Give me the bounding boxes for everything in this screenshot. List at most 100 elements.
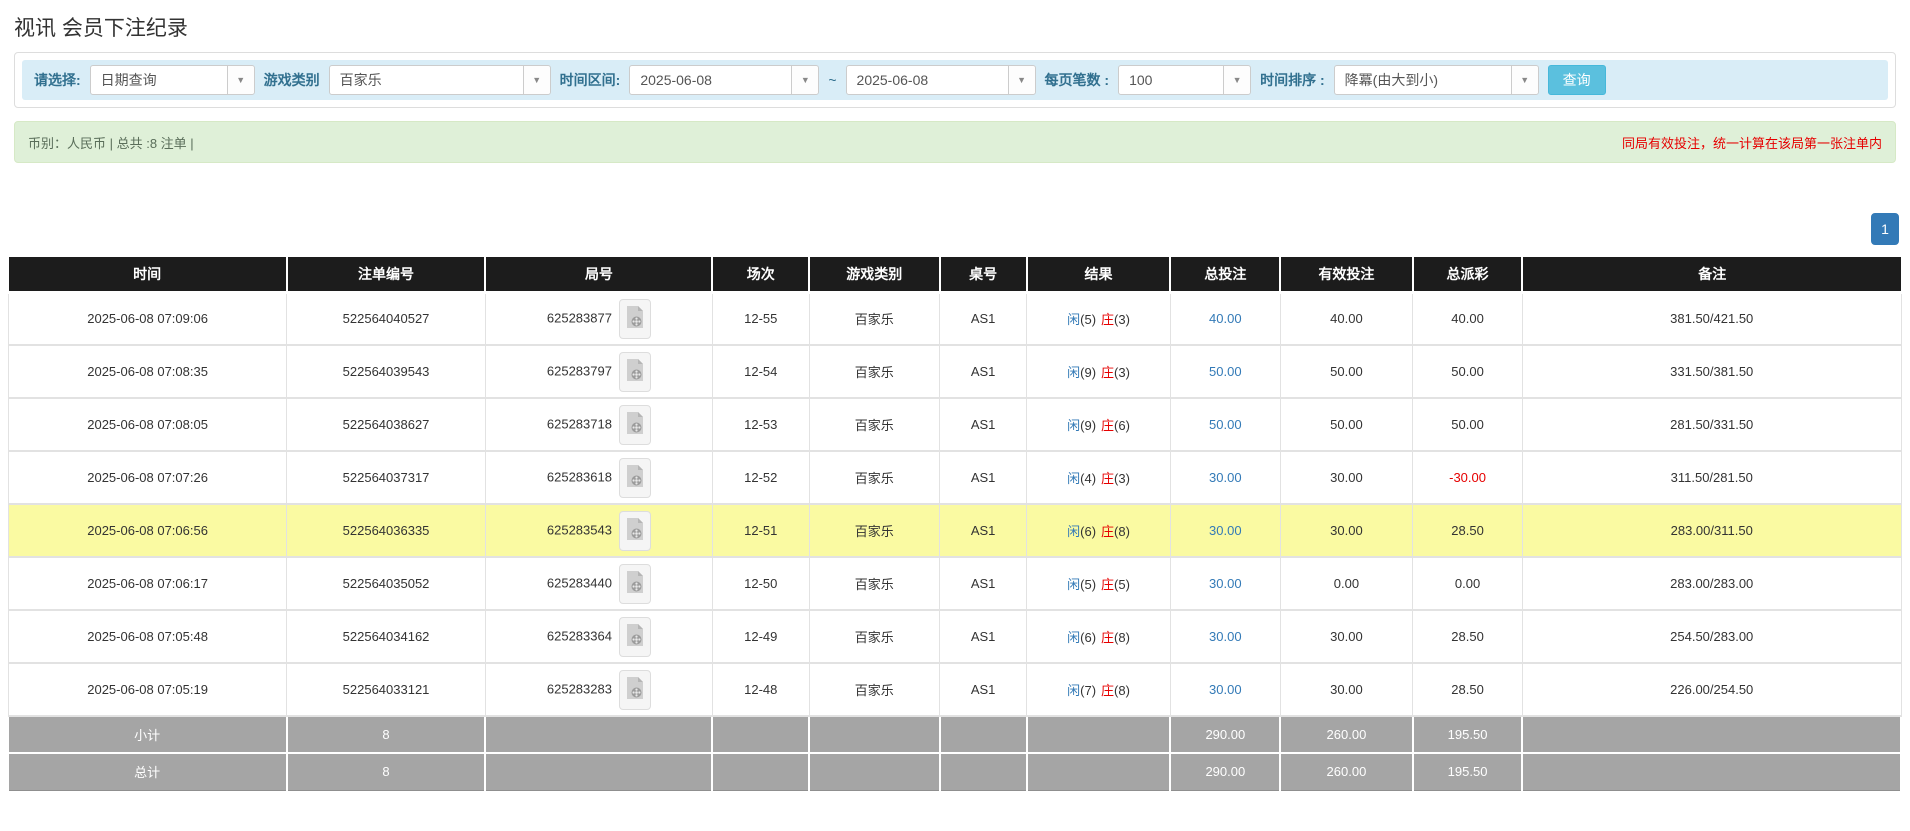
chevron-down-icon: ▼ [1223,66,1250,94]
result-banker-label: 庄 [1101,577,1114,592]
total-bet-link[interactable]: 40.00 [1209,311,1242,326]
header-table-no: 桌号 [940,257,1027,292]
cell-order-no: 522564037317 [287,451,486,504]
cell-valid-bet: 50.00 [1280,398,1412,451]
cell-order-no: 522564040527 [287,292,486,345]
video-replay-button[interactable] [619,511,651,551]
film-icon [625,676,644,703]
table-row: 2025-06-08 07:05:48 522564034162 6252833… [9,610,1902,663]
cell-round-no: 625283283 [485,663,712,716]
cell-total-bet: 40.00 [1170,292,1280,345]
cell-game-type: 百家乐 [809,451,940,504]
video-replay-button[interactable] [619,617,651,657]
cell-result: 闲(7)庄(8) [1027,663,1171,716]
cell-valid-bet: 30.00 [1280,610,1412,663]
film-icon [625,570,644,597]
result-banker-score: (6) [1114,418,1130,433]
cell-payout: 28.50 [1413,663,1523,716]
cell-time: 2025-06-08 07:09:06 [9,292,287,345]
table-row: 2025-06-08 07:05:19 522564033121 6252832… [9,663,1902,716]
date-from-select[interactable]: 2025-06-08 ▼ [629,65,819,95]
time-range-label: 时间区间: [560,70,621,90]
cell-time: 2025-06-08 07:06:56 [9,504,287,557]
result-player-score: (5) [1080,577,1096,592]
total-bet-link[interactable]: 50.00 [1209,364,1242,379]
result-banker-label: 庄 [1101,524,1114,539]
cell-result: 闲(5)庄(3) [1027,292,1171,345]
summary-currency-count: 币别：人民币 | 总共 :8 注单 | [28,133,194,152]
footer-empty-cell [485,753,712,790]
result-player-label: 闲 [1067,312,1080,327]
footer-empty-cell [940,753,1027,790]
cell-time: 2025-06-08 07:06:17 [9,557,287,610]
total-bet-link[interactable]: 30.00 [1209,629,1242,644]
cell-valid-bet: 30.00 [1280,451,1412,504]
header-valid-bet: 有效投注 [1280,257,1412,292]
total-bet-link[interactable]: 30.00 [1209,576,1242,591]
footer-empty-cell [1027,753,1171,790]
footer-empty-cell [485,716,712,753]
cell-order-no: 522564034162 [287,610,486,663]
table-body: 2025-06-08 07:09:06 522564040527 6252838… [9,292,1902,716]
page-button-1[interactable]: 1 [1871,213,1899,245]
total-bet-link[interactable]: 30.00 [1209,470,1242,485]
cell-note: 283.00/311.50 [1522,504,1901,557]
cell-time: 2025-06-08 07:08:35 [9,345,287,398]
sort-order-select[interactable]: 降冪(由大到小) ▼ [1334,65,1539,95]
cell-session: 12-49 [712,610,809,663]
game-type-label: 游戏类别 [264,70,320,90]
video-replay-button[interactable] [619,405,651,445]
table-row: 2025-06-08 07:08:35 522564039543 6252837… [9,345,1902,398]
cell-time: 2025-06-08 07:05:19 [9,663,287,716]
game-type-select[interactable]: 百家乐 ▼ [329,65,551,95]
filter-panel: 请选择: 日期查询 ▼ 游戏类别 百家乐 ▼ 时间区间: 2025-06-08 … [14,52,1896,108]
round-number: 625283364 [547,628,612,643]
cell-session: 12-48 [712,663,809,716]
cell-note: 331.50/381.50 [1522,345,1901,398]
result-player-score: (4) [1080,471,1096,486]
result-player-score: (6) [1080,630,1096,645]
cell-session: 12-50 [712,557,809,610]
cell-game-type: 百家乐 [809,504,940,557]
footer-empty-cell [809,716,940,753]
result-player-label: 闲 [1067,683,1080,698]
cell-table-no: AS1 [940,345,1027,398]
total-bet-link[interactable]: 30.00 [1209,682,1242,697]
result-banker-score: (5) [1114,577,1130,592]
subtotal-label: 小计 [9,716,287,753]
query-mode-value: 日期查询 [91,70,167,90]
total-bet-link[interactable]: 50.00 [1209,417,1242,432]
video-replay-button[interactable] [619,670,651,710]
cell-order-no: 522564038627 [287,398,486,451]
video-replay-button[interactable] [619,299,651,339]
cell-result: 闲(6)庄(8) [1027,504,1171,557]
summary-notice: 同局有效投注，统一计算在该局第一张注单内 [1622,133,1882,152]
subtotal-payout: 195.50 [1413,716,1523,753]
round-number: 625283543 [547,522,612,537]
result-banker-score: (8) [1114,683,1130,698]
subtotal-total-bet: 290.00 [1170,716,1280,753]
cell-game-type: 百家乐 [809,663,940,716]
page-size-select[interactable]: 100 ▼ [1118,65,1251,95]
search-button[interactable]: 查询 [1548,65,1606,95]
result-player-label: 闲 [1067,365,1080,380]
video-replay-button[interactable] [619,564,651,604]
pagination: 1 [11,213,1899,245]
cell-game-type: 百家乐 [809,292,940,345]
video-replay-button[interactable] [619,352,651,392]
cell-payout: -30.00 [1413,451,1523,504]
query-mode-select[interactable]: 日期查询 ▼ [90,65,255,95]
header-result: 结果 [1027,257,1171,292]
cell-round-no: 625283877 [485,292,712,345]
game-type-value: 百家乐 [330,70,392,90]
total-label: 总计 [9,753,287,790]
bet-records-table: 时间 注单编号 局号 场次 游戏类别 桌号 结果 总投注 有效投注 总派彩 备注… [8,257,1902,791]
video-replay-button[interactable] [619,458,651,498]
cell-game-type: 百家乐 [809,610,940,663]
total-row: 总计 8 290.00 260.00 195.50 [9,753,1902,790]
cell-round-no: 625283440 [485,557,712,610]
result-banker-label: 庄 [1101,418,1114,433]
footer-empty-cell [712,753,809,790]
date-to-select[interactable]: 2025-06-08 ▼ [846,65,1036,95]
total-bet-link[interactable]: 30.00 [1209,523,1242,538]
